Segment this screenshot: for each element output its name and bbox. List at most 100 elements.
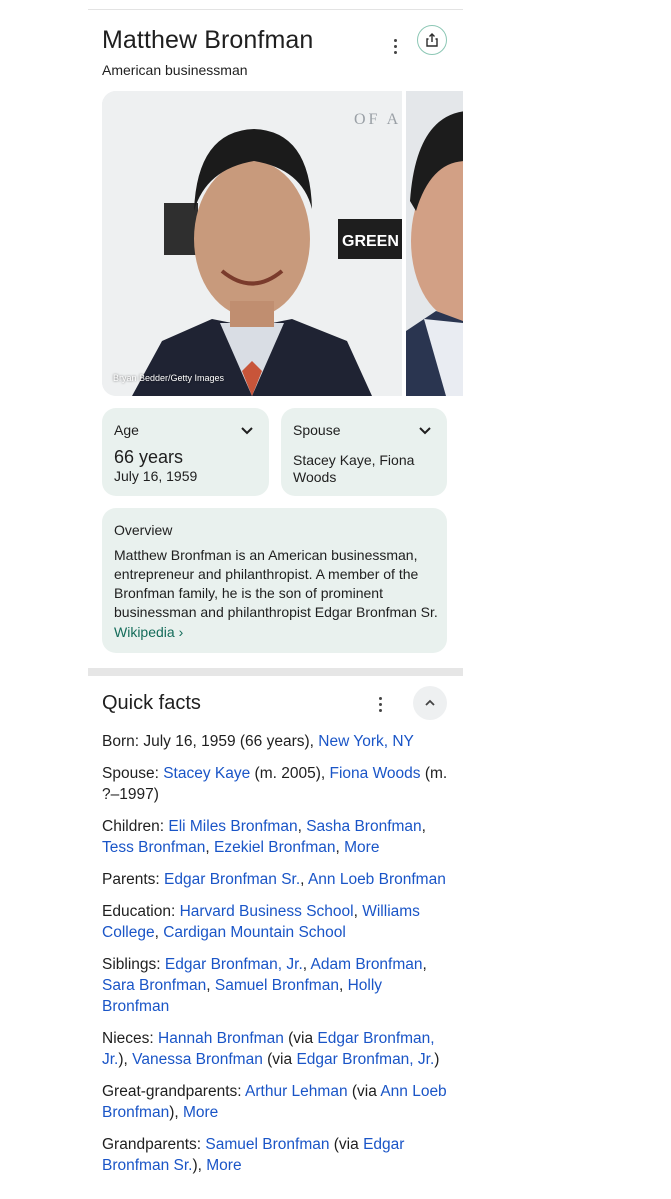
fact-text: (via: [283, 1030, 318, 1047]
fact-link[interactable]: Ezekiel Bronfman: [214, 839, 335, 856]
fact-link[interactable]: Ann Loeb Bronfman: [308, 871, 446, 888]
chevron-down-icon[interactable]: [417, 422, 433, 438]
fact-link[interactable]: Cardigan Mountain School: [163, 924, 346, 941]
entity-subtitle: American businessman: [102, 62, 248, 78]
fact-text: ,: [302, 956, 311, 973]
entity-title: Matthew Bronfman: [102, 26, 314, 54]
overview-text: Matthew Bronfman is an American business…: [114, 547, 438, 620]
fact-link[interactable]: Eli Miles Bronfman: [168, 818, 297, 835]
section-divider: [88, 668, 463, 676]
fact-link[interactable]: More: [344, 839, 379, 856]
fact-text: :: [156, 956, 165, 973]
fact-text: (via: [347, 1083, 381, 1100]
portrait-illustration: OF A GREEN: [102, 91, 402, 396]
fact-text: ,: [300, 871, 308, 888]
chevron-right-icon: ›: [178, 624, 184, 640]
fact-link[interactable]: Edgar Bronfman, Jr.: [296, 1051, 434, 1068]
fact-row: Great-grandparents: Arthur Lehman (via A…: [102, 1081, 452, 1123]
fact-text: :: [154, 765, 164, 782]
age-card[interactable]: Age 66 years July 16, 1959: [102, 408, 269, 496]
fact-link[interactable]: Edgar Bronfman, Jr.: [165, 956, 303, 973]
overview-card[interactable]: Overview Matthew Bronfman is an American…: [102, 508, 447, 653]
fact-text: ,: [154, 924, 164, 941]
fact-link[interactable]: Harvard Business School: [180, 903, 354, 920]
fact-text: ,: [338, 977, 348, 994]
fact-link[interactable]: Fiona Woods: [329, 765, 420, 782]
fact-link[interactable]: Sara Bronfman: [102, 977, 206, 994]
fact-text: ,: [422, 956, 427, 973]
secondary-illustration: [406, 91, 463, 396]
fact-text: ,: [297, 818, 307, 835]
quick-facts-title: Quick facts: [102, 692, 201, 714]
image-carousel[interactable]: OF A GREEN Bryan Bedder/Getty Images: [102, 91, 463, 396]
fact-text: (via: [262, 1051, 297, 1068]
overview-label: Overview: [114, 522, 173, 538]
secondary-photo[interactable]: [406, 91, 463, 396]
fact-row: Nieces: Hannah Bronfman (via Edgar Bronf…: [102, 1028, 452, 1070]
fact-row: Children: Eli Miles Bronfman, Sasha Bron…: [102, 816, 452, 858]
fact-link[interactable]: Samuel Bronfman: [215, 977, 339, 994]
fact-text: ): [434, 1051, 440, 1068]
fact-link[interactable]: More: [183, 1104, 218, 1121]
fact-row: Parents: Edgar Bronfman Sr., Ann Loeb Br…: [102, 869, 452, 890]
fact-text: ),: [169, 1104, 183, 1121]
fact-link[interactable]: Tess Bronfman: [102, 839, 205, 856]
chevron-up-icon: [425, 699, 435, 706]
fact-link[interactable]: Stacey Kaye: [163, 765, 250, 782]
spouse-label: Spouse: [293, 422, 341, 438]
spouse-value: Stacey Kaye, Fiona Woods: [293, 452, 415, 485]
fact-label: Nieces: [102, 1030, 150, 1047]
birth-date: July 16, 1959: [114, 468, 198, 484]
fact-link[interactable]: Edgar Bronfman Sr.: [164, 871, 300, 888]
fact-text: :: [155, 871, 165, 888]
fact-label: Grandparents: [102, 1136, 197, 1153]
fact-row: Siblings: Edgar Bronfman, Jr., Adam Bron…: [102, 954, 452, 1017]
fact-link[interactable]: Sasha Bronfman: [306, 818, 421, 835]
share-icon: [426, 33, 438, 47]
fact-label: Parents: [102, 871, 156, 888]
fact-row: Spouse: Stacey Kaye (m. 2005), Fiona Woo…: [102, 763, 452, 805]
fact-text: ),: [192, 1157, 207, 1174]
chevron-down-icon[interactable]: [239, 422, 255, 438]
svg-text:GREEN: GREEN: [342, 233, 399, 250]
fact-link[interactable]: Arthur Lehman: [245, 1083, 348, 1100]
age-value: 66 years: [114, 447, 184, 467]
fact-link[interactable]: Vanessa Bronfman: [132, 1051, 263, 1068]
fact-text: (m. 2005),: [250, 765, 330, 782]
fact-row: Born: July 16, 1959 (66 years), New York…: [102, 731, 452, 752]
age-label: Age: [114, 422, 139, 438]
portrait-photo[interactable]: OF A GREEN Bryan Bedder/Getty Images: [102, 91, 402, 396]
fact-text: ,: [205, 839, 215, 856]
fact-link[interactable]: Samuel Bronfman: [205, 1136, 329, 1153]
photo-credit: Bryan Bedder/Getty Images: [113, 373, 225, 383]
fact-text: ,: [421, 818, 426, 835]
collapse-button[interactable]: [413, 686, 447, 720]
fact-text: ,: [353, 903, 363, 920]
fact-text: :: [149, 1030, 159, 1047]
fact-row: Grandparents: Samuel Bronfman (via Edgar…: [102, 1134, 452, 1176]
fact-link[interactable]: Hannah Bronfman: [158, 1030, 284, 1047]
spouse-card[interactable]: Spouse Stacey Kaye, Fiona Woods: [281, 408, 447, 496]
fact-text: :: [170, 903, 180, 920]
wikipedia-link-label: Wikipedia: [114, 624, 175, 640]
fact-link[interactable]: More: [206, 1157, 241, 1174]
fact-link[interactable]: Adam Bronfman: [311, 956, 423, 973]
quick-facts-more-icon[interactable]: [369, 692, 391, 716]
wikipedia-link[interactable]: Wikipedia ›: [114, 624, 183, 640]
fact-text: : July 16, 1959 (66 years),: [134, 733, 319, 750]
fact-text: :: [237, 1083, 246, 1100]
fact-label: Born: [102, 733, 135, 750]
share-button[interactable]: [417, 25, 447, 55]
fact-label: Children: [102, 818, 160, 835]
fact-row: Education: Harvard Business School, Will…: [102, 901, 452, 943]
fact-text: ,: [335, 839, 345, 856]
fact-label: Siblings: [102, 956, 157, 973]
svg-text:OF A: OF A: [354, 111, 401, 128]
fact-label: Great-grandparents: [102, 1083, 238, 1100]
quick-facts-list: Born: July 16, 1959 (66 years), New York…: [102, 731, 452, 1187]
more-options-icon[interactable]: [384, 34, 406, 58]
knowledge-panel: Matthew Bronfman American businessman OF…: [88, 10, 463, 670]
fact-text: ,: [206, 977, 215, 994]
fact-link[interactable]: New York, NY: [318, 733, 414, 750]
fact-label: Education: [102, 903, 171, 920]
